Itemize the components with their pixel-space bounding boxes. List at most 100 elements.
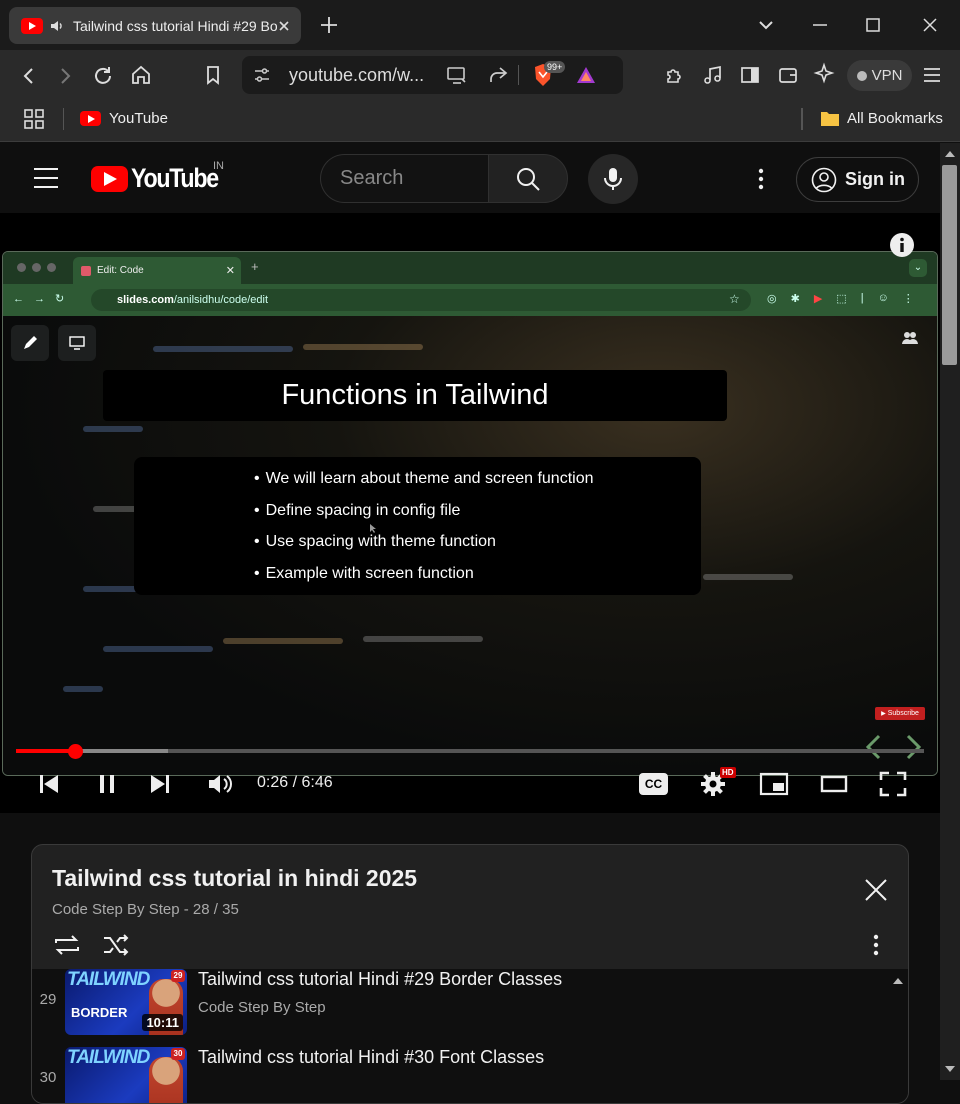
slide-bullets: We will learn about theme and screen fun… <box>134 457 701 595</box>
hd-badge: HD <box>720 767 736 778</box>
next-icon[interactable] <box>148 772 172 796</box>
vpn-button[interactable]: VPN <box>847 60 912 91</box>
video-inner-extension-icons: ◎ ✱ ▶ ⬚ | ☺ ⋮ <box>767 292 914 305</box>
reload-icon[interactable] <box>91 64 115 88</box>
browser-tab-active[interactable]: Tailwind css tutorial Hindi #29 Border C… <box>9 7 301 44</box>
cast-icon[interactable] <box>445 64 469 86</box>
region-code: IN <box>213 160 224 172</box>
video-inner-tab-title: Edit: Code <box>97 265 144 276</box>
site-settings-icon[interactable] <box>252 65 272 85</box>
sign-in-button[interactable]: Sign in <box>796 157 919 202</box>
thumbnail-brand-text: TAILWIND <box>67 969 150 990</box>
captions-label: CC <box>644 777 663 791</box>
playlist-item-channel[interactable]: Code Step By Step <box>198 999 326 1016</box>
settings-more-icon[interactable] <box>750 167 772 191</box>
tab-title: Tailwind css tutorial Hindi #29 Border C… <box>73 17 277 34</box>
loop-playlist-icon[interactable] <box>52 933 82 957</box>
video-duration: 10:11 <box>142 1014 183 1031</box>
monitor-icon <box>69 336 85 350</box>
scrollbar-thumb[interactable] <box>942 165 957 365</box>
close-playlist-icon[interactable] <box>864 878 888 902</box>
playlist-item[interactable]: 30 TAILWIND 30 Tailwind css tutorial Hin… <box>32 1047 908 1103</box>
playlist-items: 29 TAILWIND BORDER 29 10:11 Tailwind css… <box>32 969 908 1103</box>
theater-mode-icon[interactable] <box>820 775 848 793</box>
media-music-icon[interactable] <box>701 63 725 87</box>
forward-icon[interactable] <box>53 64 77 88</box>
extensions-icon[interactable] <box>663 63 687 87</box>
home-icon[interactable] <box>129 63 153 87</box>
subscribe-label: Subscribe <box>887 710 919 717</box>
playlist-item[interactable]: 29 TAILWIND BORDER 29 10:11 Tailwind css… <box>32 969 908 1047</box>
wallet-icon[interactable] <box>776 63 800 87</box>
video-inner-nav-icons: ←→↻ <box>13 293 75 305</box>
volume-icon[interactable] <box>206 771 234 797</box>
video-inner-close-icon: ✕ <box>225 265 235 277</box>
thumbnail-topic-text: BORDER <box>71 1005 128 1020</box>
youtube-logo-text[interactable]: YouTube <box>131 163 219 194</box>
scroll-down-arrow-icon[interactable] <box>944 1065 956 1073</box>
bookmark-youtube[interactable]: YouTube <box>109 110 168 127</box>
slide-point: We will learn about theme and screen fun… <box>254 466 701 498</box>
youtube-bookmark-play-icon <box>88 115 95 123</box>
leo-ai-icon[interactable] <box>813 62 837 86</box>
captions-button[interactable]: CC <box>639 773 668 795</box>
playlist-item-index: 30 <box>39 1069 57 1086</box>
search-input[interactable] <box>340 167 480 190</box>
playlist-more-icon[interactable] <box>867 933 885 957</box>
playlist-item-thumbnail[interactable]: TAILWIND BORDER 29 10:11 <box>65 969 187 1035</box>
brave-rewards-icon[interactable] <box>575 64 597 86</box>
video-inner-newtab-icon: + <box>251 259 259 274</box>
video-content[interactable]: Edit: Code ✕ + ⌄ ←→↻ slides.com/anilsidh… <box>2 251 938 776</box>
tab-list-chevron-icon[interactable] <box>754 13 778 37</box>
video-inner-url: slides.com/anilsidhu/code/edit <box>91 289 751 311</box>
minimize-icon[interactable] <box>808 13 832 37</box>
close-tab-icon[interactable] <box>277 19 291 33</box>
thumbnail-episode-badge: 29 <box>171 970 185 982</box>
search-button[interactable] <box>488 154 568 203</box>
url-divider <box>518 65 519 85</box>
pause-icon[interactable] <box>95 772 119 796</box>
speaker-icon <box>51 20 62 31</box>
playlist-item-thumbnail[interactable]: TAILWIND 30 <box>65 1047 187 1103</box>
guide-menu-icon[interactable] <box>33 166 59 190</box>
playlist-item-title[interactable]: Tailwind css tutorial Hindi #30 Font Cla… <box>198 1047 544 1068</box>
miniplayer-icon[interactable] <box>759 772 789 796</box>
share-icon[interactable] <box>486 63 510 87</box>
close-window-icon[interactable] <box>918 13 942 37</box>
account-icon <box>811 167 837 192</box>
progress-played <box>16 749 75 753</box>
thumbnail-episode-badge: 30 <box>171 1048 185 1060</box>
scroll-up-arrow-icon[interactable] <box>944 150 956 158</box>
bookmark-icon[interactable] <box>201 63 225 87</box>
fullscreen-icon[interactable] <box>879 771 907 797</box>
shuffle-playlist-icon[interactable] <box>102 933 130 957</box>
maximize-icon[interactable] <box>861 13 885 37</box>
new-tab-icon[interactable] <box>318 14 340 36</box>
pen-icon <box>24 336 37 349</box>
main-menu-icon[interactable] <box>921 64 943 86</box>
sign-in-label: Sign in <box>845 169 905 189</box>
voice-search-button[interactable] <box>588 154 638 204</box>
url-text[interactable]: youtube.com/w... <box>289 65 424 86</box>
pen-tool-button <box>11 325 49 361</box>
slide-point: Use spacing with theme function <box>254 529 701 561</box>
back-icon[interactable] <box>17 64 41 88</box>
playlist-item-title[interactable]: Tailwind css tutorial Hindi #29 Border C… <box>198 969 562 990</box>
sidebar-icon[interactable] <box>738 63 762 87</box>
bookmark-all-bookmarks[interactable]: All Bookmarks <box>847 110 943 127</box>
progress-scrubber[interactable] <box>68 744 83 759</box>
apps-grid-icon[interactable] <box>23 108 45 130</box>
playlist-title[interactable]: Tailwind css tutorial in hindi 2025 <box>52 865 417 892</box>
playlist-subtitle: Code Step By Step - 28 / 35 <box>52 901 239 918</box>
vpn-label: VPN <box>871 67 903 84</box>
slide-title: Functions in Tailwind <box>103 370 727 421</box>
video-inner-star-icon: ☆ <box>729 292 740 306</box>
slides-favicon-icon <box>81 265 91 276</box>
subscribe-watermark[interactable]: ▶ Subscribe <box>875 707 925 720</box>
slide-point: Example with screen function <box>254 561 701 593</box>
bookmarks-divider-right <box>801 108 803 130</box>
folder-icon <box>821 112 839 126</box>
previous-icon[interactable] <box>37 772 61 796</box>
playlist-scroll-up-icon[interactable] <box>892 977 904 985</box>
info-icon[interactable] <box>889 232 915 258</box>
